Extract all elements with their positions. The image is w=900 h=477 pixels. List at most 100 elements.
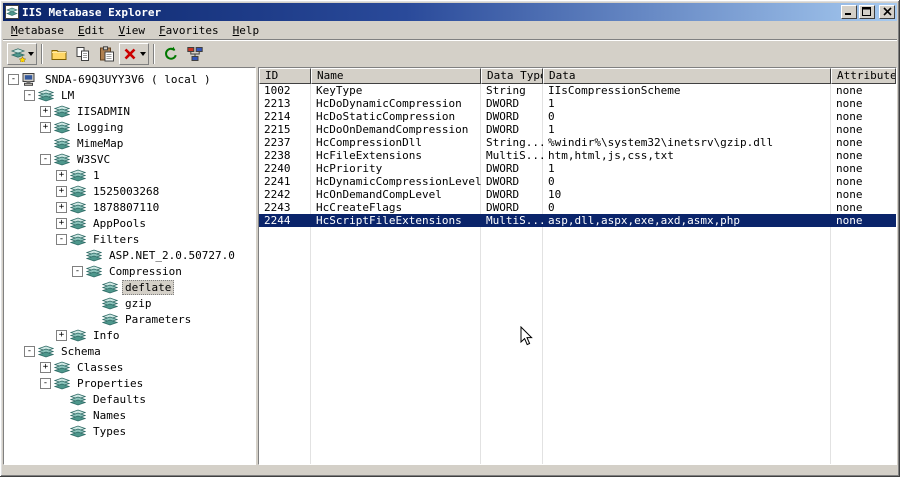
menu-item-favorites[interactable]: Favorites	[152, 22, 226, 39]
cell-id: 2238	[264, 149, 291, 162]
cell-data-type: DWORD	[486, 201, 520, 214]
tree-item-compression[interactable]: - Compression	[4, 263, 255, 279]
expand-icon[interactable]: +	[56, 185, 67, 197]
tree-item-label: MimeMap	[77, 136, 124, 150]
paste-icon	[99, 46, 115, 62]
tree-item-filters[interactable]: - Filters	[4, 231, 255, 247]
paste-button[interactable]	[95, 43, 119, 65]
tree-item-label: 1878807110	[93, 200, 160, 214]
collapse-icon[interactable]: -	[72, 265, 83, 277]
tree-item-asp-net-2-0-50727-0[interactable]: ASP.NET_2.0.50727.0	[4, 247, 255, 263]
expand-icon[interactable]: +	[40, 105, 51, 117]
delete-button[interactable]	[119, 43, 149, 65]
expand-icon[interactable]: +	[56, 201, 67, 213]
collapse-icon[interactable]: -	[40, 377, 51, 389]
tree-item-defaults[interactable]: Defaults	[4, 391, 255, 407]
tree-item-w3svc[interactable]: - W3SVC	[4, 151, 255, 167]
key-icon	[70, 201, 86, 214]
titlebar[interactable]: IIS Metabase Explorer	[3, 3, 897, 21]
list-header: IDNameData TypeDataAttributes	[259, 68, 896, 84]
tree-item-deflate[interactable]: deflate	[4, 279, 255, 295]
table-row[interactable]: 2215 HcDoOnDemandCompression DWORD 1 none	[259, 123, 896, 136]
collapse-icon[interactable]: -	[40, 153, 51, 165]
table-row[interactable]: 2242 HcOnDemandCompLevel DWORD 10 none	[259, 188, 896, 201]
collapse-icon[interactable]: -	[8, 73, 19, 85]
tree-item-info[interactable]: + Info	[4, 327, 255, 343]
expand-icon[interactable]: +	[56, 329, 67, 341]
table-row[interactable]: 2243 HcCreateFlags DWORD 0 none	[259, 201, 896, 214]
tree-item-parameters[interactable]: Parameters	[4, 311, 255, 327]
connect-button[interactable]	[183, 43, 207, 65]
menu-item-metabase[interactable]: Metabase	[4, 22, 71, 39]
tree-item-schema[interactable]: - Schema	[4, 343, 255, 359]
delete-icon	[122, 46, 138, 62]
table-row[interactable]: 2238 HcFileExtensions MultiS... htm,html,js…	[259, 149, 896, 162]
collapse-icon[interactable]: -	[24, 345, 35, 357]
cell-id: 2241	[264, 175, 291, 188]
tree-item-label: LM	[61, 88, 75, 102]
cell-data: 1	[548, 162, 555, 175]
tree-item-1[interactable]: +1	[4, 167, 255, 183]
table-row[interactable]: 2241 HcDynamicCompressionLevel DWORD 0 none	[259, 175, 896, 188]
column-header-name[interactable]: Name	[311, 68, 481, 84]
tree-item-classes[interactable]: + Classes	[4, 359, 255, 375]
tree-item-snda-69q3uyy3v6-local[interactable]: - SNDA-69Q3UYY3V6 ( local )	[4, 71, 255, 87]
table-row[interactable]: 2244 HcScriptFileExtensions MultiS... asp,d…	[259, 214, 896, 227]
cell-id: 2242	[264, 188, 291, 201]
tree-item-names[interactable]: Names	[4, 407, 255, 423]
tree-item-1525003268[interactable]: +1525003268	[4, 183, 255, 199]
minimize-icon	[844, 6, 854, 19]
key-icon	[86, 249, 102, 262]
collapse-icon[interactable]: -	[56, 233, 67, 245]
cell-id: 2240	[264, 162, 291, 175]
tree-item-logging[interactable]: + Logging	[4, 119, 255, 135]
table-row[interactable]: 1002 KeyType String IIsCompressionScheme non…	[259, 84, 896, 97]
tree-item-properties[interactable]: - Properties	[4, 375, 255, 391]
column-header-data[interactable]: Data	[543, 68, 831, 84]
expand-icon[interactable]: +	[40, 361, 51, 373]
bottom-strip	[3, 465, 897, 474]
list-panel: IDNameData TypeDataAttributes 1002 KeyTyp…	[258, 67, 897, 465]
menu-item-edit[interactable]: Edit	[71, 22, 112, 39]
column-header-id[interactable]: ID	[259, 68, 311, 84]
table-row[interactable]: 2214 HcDoStaticCompression DWORD 0 none	[259, 110, 896, 123]
key-icon	[54, 105, 70, 118]
tree-item-gzip[interactable]: gzip	[4, 295, 255, 311]
key-icon	[38, 89, 54, 102]
cell-id: 1002	[264, 84, 291, 97]
collapse-icon[interactable]: -	[24, 89, 35, 101]
tree-item-lm[interactable]: - LM	[4, 87, 255, 103]
tree-item-1878807110[interactable]: +1878807110	[4, 199, 255, 215]
refresh-button[interactable]	[159, 43, 183, 65]
menu-item-view[interactable]: View	[111, 22, 152, 39]
copy-button[interactable]	[71, 43, 95, 65]
key-icon	[54, 361, 70, 374]
close-button[interactable]	[879, 5, 895, 19]
column-header-data-type[interactable]: Data Type	[481, 68, 543, 84]
tree-item-apppools[interactable]: + AppPools	[4, 215, 255, 231]
table-row[interactable]: 2237 HcCompressionDll String... %windir%\sy…	[259, 136, 896, 149]
table-row[interactable]: 2213 HcDoDynamicCompression DWORD 1 none	[259, 97, 896, 110]
tree-item-types[interactable]: Types	[4, 423, 255, 439]
cell-data: 0	[548, 110, 555, 123]
expand-icon[interactable]: +	[56, 217, 67, 229]
expand-icon[interactable]: +	[40, 121, 51, 133]
new-key-button[interactable]	[7, 43, 37, 65]
minimize-button[interactable]	[841, 5, 857, 19]
menu-item-help[interactable]: Help	[226, 22, 267, 39]
tree-item-iisadmin[interactable]: + IISADMIN	[4, 103, 255, 119]
tree-item-label: ASP.NET_2.0.50727.0	[109, 248, 235, 262]
cell-id: 2215	[264, 123, 291, 136]
tree-item-mimemap[interactable]: MimeMap	[4, 135, 255, 151]
column-header-attributes[interactable]: Attributes	[831, 68, 896, 84]
expand-icon[interactable]: +	[56, 169, 67, 181]
table-row[interactable]: 2240 HcPriority DWORD 1 none	[259, 162, 896, 175]
cell-id: 2237	[264, 136, 291, 149]
open-folder-button[interactable]	[47, 43, 71, 65]
new-key-icon	[10, 46, 26, 62]
maximize-button[interactable]	[859, 5, 875, 19]
